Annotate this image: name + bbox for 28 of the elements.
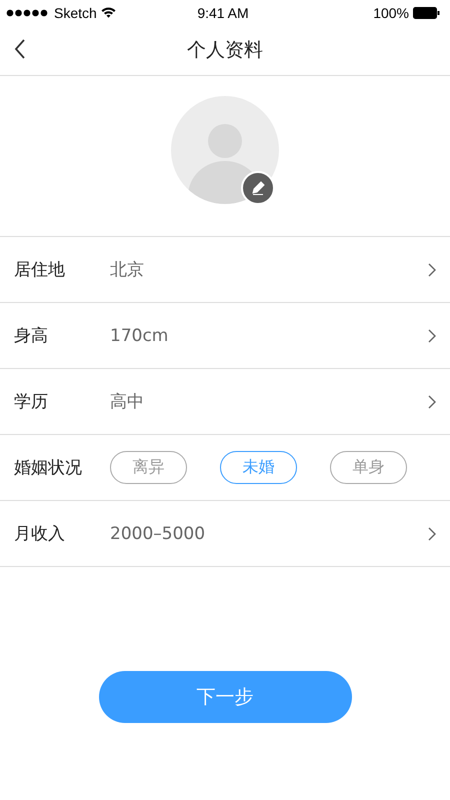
edit-avatar-button[interactable] [241,171,275,205]
field-label: 居住地 [14,259,66,281]
clock-time: 9:41 AM [196,4,250,20]
field-label: 身高 [14,325,49,347]
chevron-right-icon[interactable] [428,526,436,540]
field-value: 高中 [110,391,145,413]
carrier-name: Sketch [54,4,97,20]
field-value: 北京 [110,259,145,281]
wifi-icon [100,7,116,18]
field-label: 婚姻状况 [14,457,83,479]
back-icon[interactable] [13,38,27,60]
option-button[interactable]: 单身 [330,451,407,484]
field-label: 学历 [14,391,49,413]
field-value: 170cm [110,326,170,346]
option-button[interactable]: 未婚 [220,451,297,484]
field-label: 月收入 [14,523,66,545]
page-title: 个人资料 [187,38,263,63]
signal-icon [6,8,50,16]
battery-icon [413,6,440,18]
field-value: 2000–5000 [110,524,206,544]
avatar-placeholder-icon [171,96,279,204]
option-button[interactable]: 离异 [110,451,187,484]
pencil-icon[interactable] [250,180,266,196]
chevron-right-icon[interactable] [428,394,436,408]
next-step-button[interactable]: 下一步 [98,671,352,723]
battery-percent: 100% [373,4,410,20]
chevron-right-icon[interactable] [428,262,436,276]
chevron-right-icon[interactable] [428,328,436,342]
